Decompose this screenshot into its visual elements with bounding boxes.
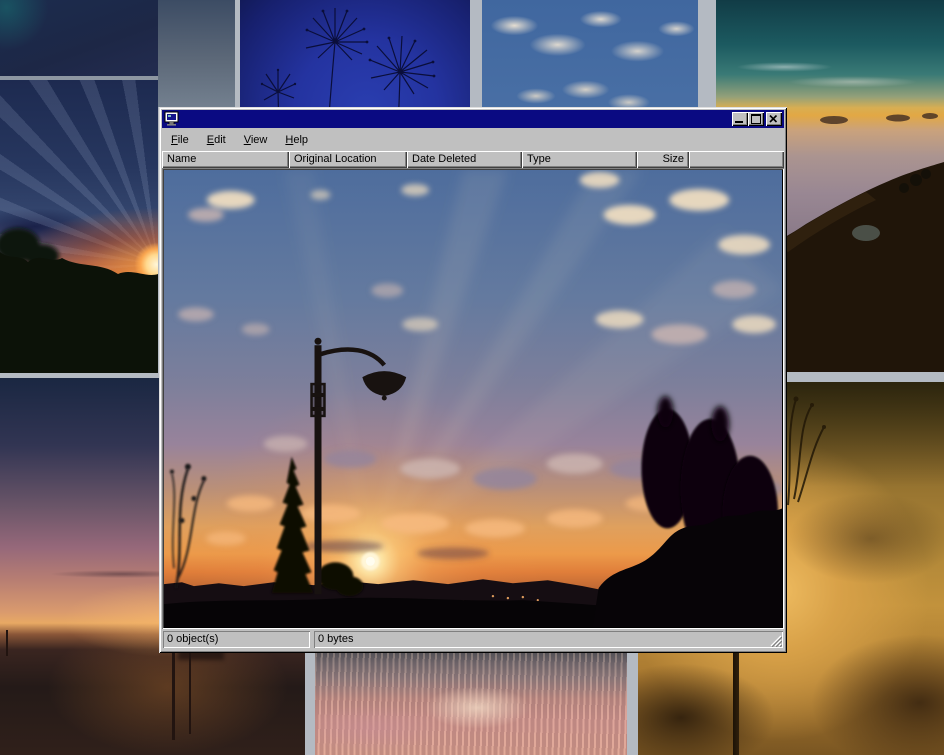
- status-bytes-panel: 0 bytes: [314, 631, 783, 648]
- lagoon-pole: [172, 640, 175, 740]
- computer-icon: [164, 111, 180, 127]
- column-headers: Name Original Location Date Deleted Type…: [162, 151, 784, 168]
- status-bar: 0 object(s) 0 bytes: [162, 631, 784, 650]
- menu-file[interactable]: File: [162, 131, 198, 149]
- file-list-area[interactable]: [162, 168, 784, 629]
- minimize-button[interactable]: [732, 112, 748, 126]
- status-objects: 0 object(s): [163, 631, 310, 648]
- maximize-icon: [751, 114, 761, 124]
- sunset-streetlamp-photo: [164, 170, 782, 627]
- close-icon: [769, 115, 778, 123]
- desktop: File Edit View Help Name Original Locati…: [0, 0, 944, 755]
- window-controls: [732, 112, 782, 126]
- resize-grip-icon[interactable]: [769, 634, 782, 647]
- status-bytes-text: 0 bytes: [318, 633, 353, 645]
- menu-view[interactable]: View: [235, 131, 277, 149]
- sunburst-trees: [0, 80, 158, 373]
- column-header-original-location[interactable]: Original Location: [289, 151, 407, 168]
- ripple-highlights: [315, 650, 627, 755]
- minimize-icon: [735, 121, 743, 123]
- close-button[interactable]: [766, 112, 782, 126]
- title-bar[interactable]: [162, 110, 784, 128]
- column-header-size[interactable]: Size: [637, 151, 689, 168]
- column-header-filler: [689, 151, 784, 168]
- wallpaper-photo-dark-navy: [0, 0, 158, 76]
- column-header-date-deleted[interactable]: Date Deleted: [407, 151, 522, 168]
- column-header-name[interactable]: Name: [162, 151, 289, 168]
- recycle-bin-window: File Edit View Help Name Original Locati…: [159, 107, 787, 653]
- column-header-type[interactable]: Type: [522, 151, 637, 168]
- lagoon-pole: [6, 630, 8, 656]
- wallpaper-photo-sunburst: [0, 80, 158, 373]
- menu-bar: File Edit View Help: [162, 129, 784, 150]
- menu-help[interactable]: Help: [276, 131, 317, 149]
- maximize-button[interactable]: [748, 112, 764, 126]
- menu-edit[interactable]: Edit: [198, 131, 235, 149]
- wallpaper-photo-haze: [158, 0, 235, 107]
